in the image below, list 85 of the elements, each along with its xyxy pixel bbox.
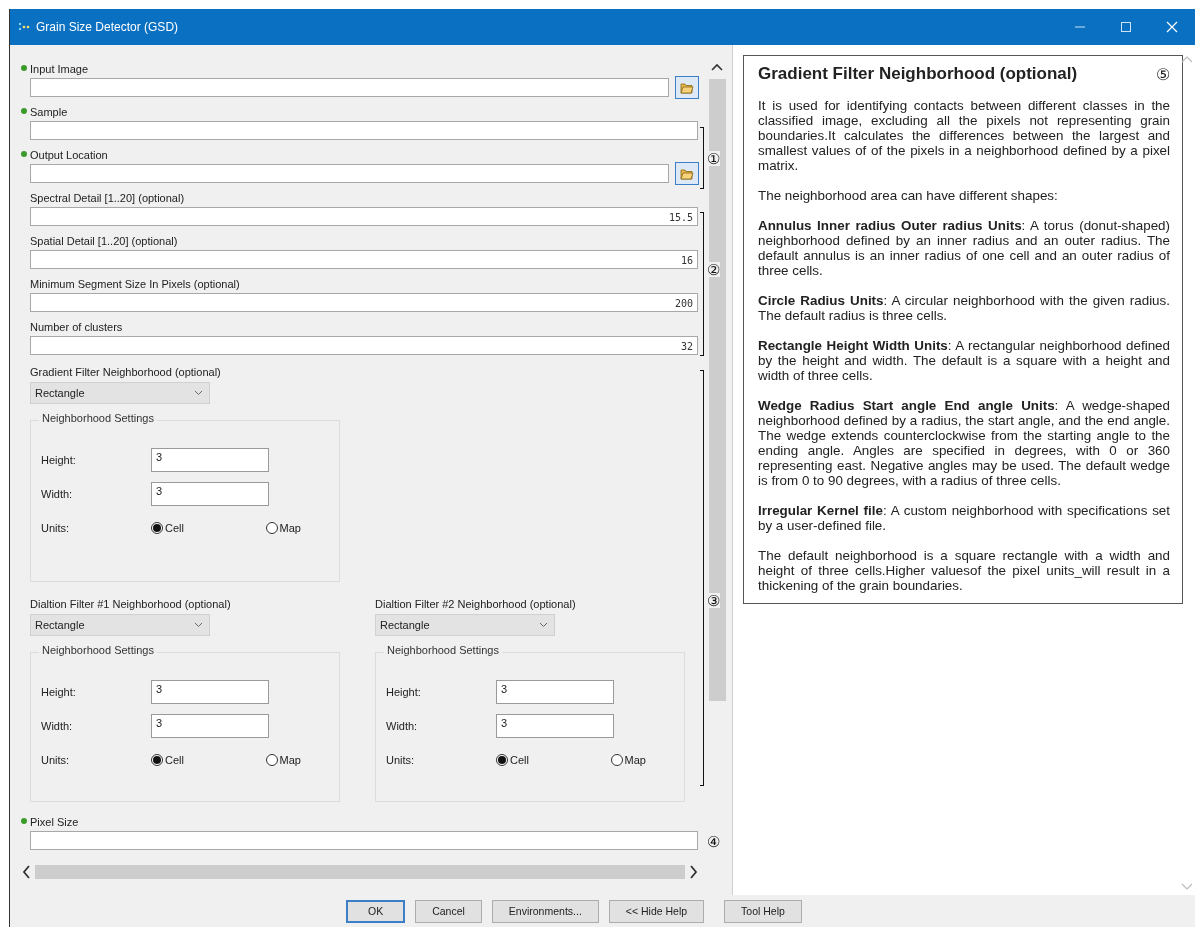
scroll-up-icon[interactable] [1181, 55, 1193, 63]
dialog-button[interactable]: Tool Help [724, 899, 802, 923]
shape-dropdown[interactable]: Rectangle [375, 614, 555, 636]
field-label: Pixel Size [30, 816, 79, 828]
browse-button[interactable] [675, 162, 699, 185]
horizontal-scrollbar[interactable] [22, 863, 698, 881]
field-label: Width: [386, 720, 419, 732]
input-field[interactable]: 3 [496, 680, 614, 704]
scroll-right-icon [689, 865, 698, 879]
field-label: Units: [386, 754, 416, 766]
folder-icon [680, 81, 694, 94]
callout-marker: ① [707, 151, 720, 166]
help-title: Gradient Filter Neighborhood (optional) [758, 64, 1078, 84]
field-label: Sample [30, 106, 68, 118]
field-label: Units: [41, 754, 71, 766]
field-label: Input Image [30, 63, 89, 75]
radio-option[interactable]: Cell [151, 522, 184, 534]
parameter-label: Gradient Filter Neighborhood (optional) [30, 365, 222, 380]
radio-option[interactable]: Cell [151, 754, 184, 766]
field-label: Height: [41, 454, 77, 466]
dialog-button[interactable]: << Hide Help [608, 899, 705, 923]
field-label: Width: [41, 720, 74, 732]
field-label: Units: [41, 522, 71, 534]
input-field[interactable]: 3 [151, 448, 269, 472]
parameter-label: Dialtion Filter #1 Neighborhood (optional) [30, 597, 232, 612]
group-title: Neighborhood Settings [384, 644, 502, 656]
input-field[interactable]: 15.5 [30, 207, 698, 226]
field-label: Minimum Segment Size In Pixels (optional) [30, 278, 240, 290]
input-field[interactable] [30, 831, 698, 850]
input-field[interactable]: 3 [151, 714, 269, 738]
scroll-up-icon [711, 63, 723, 71]
input-field[interactable]: 32 [30, 336, 698, 355]
input-field[interactable]: 200 [30, 293, 698, 312]
field-label: Height: [41, 686, 77, 698]
radio-option[interactable]: Map [265, 754, 301, 766]
help-paragraph: Wedge Radius Start angle End angle Units: A wedge-shaped neighborhood defined by a radius, the start angle, and the end angle. The wedge extends counterclockwise from the starting angle to the ending angle. Angles are specified in degrees, with 0 or 360 representing east. Negative angles may be used. The default wedge is from 0 to 90 degrees, with a radius of three cells. [758, 398, 1170, 488]
input-field[interactable]: 3 [151, 482, 269, 506]
shape-dropdown[interactable]: Rectangle [30, 382, 210, 404]
field-label: Spatial Detail [1..20] (optional) [30, 235, 178, 247]
field-label: Height: [386, 686, 422, 698]
callout-marker: ⑤ [1156, 64, 1170, 84]
help-paragraph: Annulus Inner radius Outer radius Units: A torus (donut-shaped) neighborhood defined by an inner radius and an outer radius. The default annulus is an inner radius of one cell and an outer radius of three cells. [758, 218, 1170, 278]
field-label: Output Location [30, 149, 108, 161]
help-paragraph: The neighborhood area can have different shapes: [758, 188, 1059, 203]
radio-option[interactable]: Map [265, 522, 301, 534]
input-field[interactable] [30, 121, 698, 140]
dropdown-value: Rectangle [380, 619, 430, 631]
dropdown-value: Rectangle [35, 619, 85, 631]
field-label: Width: [41, 488, 74, 500]
dialog-button[interactable]: OK [346, 899, 406, 923]
shape-dropdown[interactable]: Rectangle [30, 614, 210, 636]
parameter-label: Dialtion Filter #2 Neighborhood (optional) [375, 597, 577, 612]
radio-option[interactable]: Map [610, 754, 646, 766]
browse-button[interactable] [675, 76, 699, 99]
close-icon [1166, 21, 1178, 33]
dialog-button[interactable]: Environments... [491, 899, 599, 923]
dialog-button[interactable]: Cancel [415, 899, 482, 923]
dropdown-value: Rectangle [35, 387, 85, 399]
maximize-icon [1120, 21, 1132, 33]
window-title: Grain Size Detector (GSD) [36, 20, 180, 34]
chevron-icon [194, 622, 203, 628]
input-field[interactable]: 3 [496, 714, 614, 738]
help-paragraph: Circle Radius Units: A circular neighborhood with the given radius. The default radius is three cells. [758, 293, 1170, 323]
help-paragraph: The default neighborhood is a square rectangle with a width and height of three cells.Higher valuesof the pixel units_will result in a thickening of the grain boundaries. [758, 548, 1170, 593]
scroll-left-icon [22, 865, 31, 879]
callout-marker: ③ [707, 593, 720, 608]
folder-icon [680, 167, 694, 180]
radio-option[interactable]: Cell [496, 754, 529, 766]
app-icon [18, 22, 30, 32]
help-paragraph: Irregular Kernel file: A custom neighborhood with specifications set by a user-defined file. [758, 503, 1170, 533]
chevron-icon [194, 390, 203, 396]
group-title: Neighborhood Settings [39, 412, 157, 424]
group-title: Neighborhood Settings [39, 644, 157, 656]
callout-marker: ④ [707, 834, 720, 849]
input-field[interactable]: 3 [151, 680, 269, 704]
input-field[interactable] [30, 164, 669, 183]
chevron-icon [539, 622, 548, 628]
help-paragraph: It is used for identifying contacts between different classes in the classified image, excluding all the pixels not representing grain boundaries.It calculates the differences between the largest and smallest values of of the pixels in a neighborhood defined by a pixel matrix. [758, 98, 1170, 173]
field-label: Number of clusters [30, 321, 123, 333]
input-field[interactable] [30, 78, 669, 97]
input-field[interactable]: 16 [30, 250, 698, 269]
field-label: Spectral Detail [1..20] (optional) [30, 192, 185, 204]
help-paragraph: Rectangle Height Width Units: A rectangular neighborhood defined by the height and width. The default is a square with a height and width of three cells. [758, 338, 1170, 383]
scroll-down-icon[interactable] [1181, 883, 1193, 891]
callout-marker: ② [707, 262, 720, 277]
